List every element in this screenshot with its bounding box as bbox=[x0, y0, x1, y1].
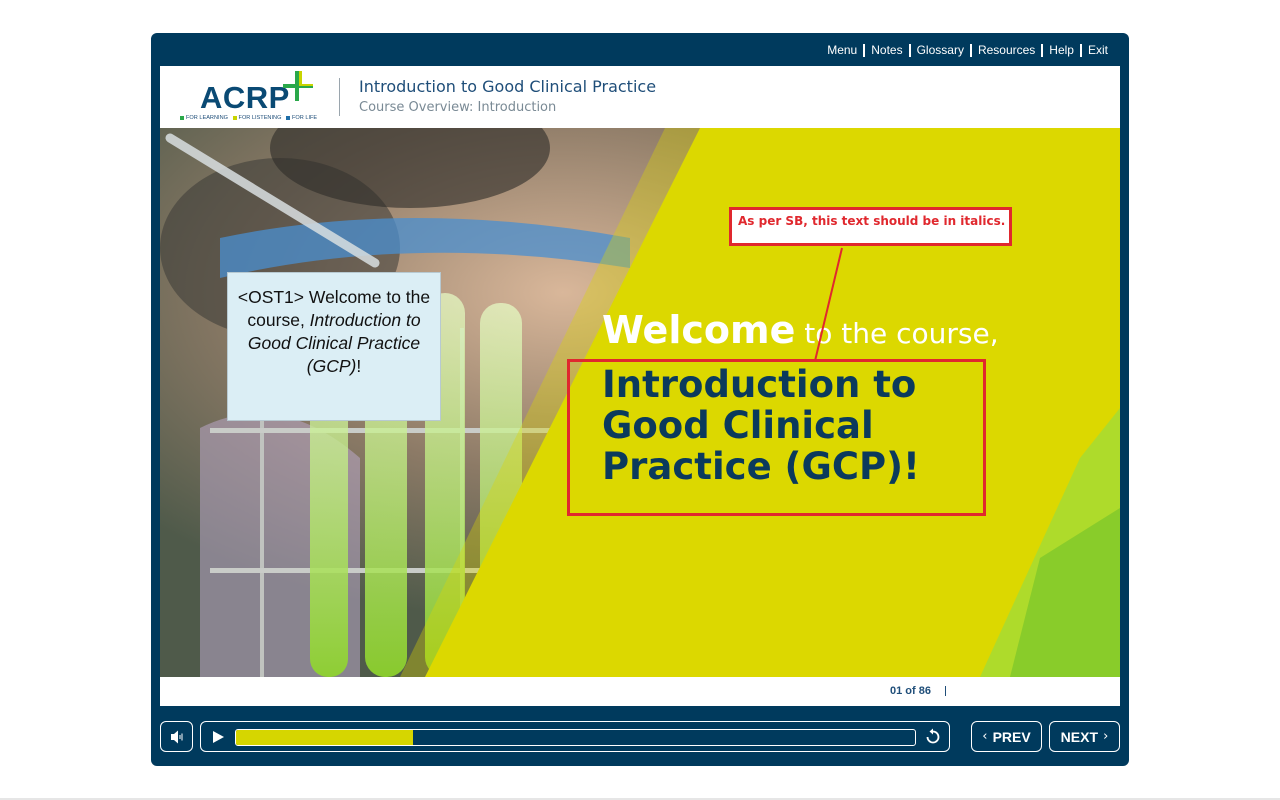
nav-glossary[interactable]: Glossary bbox=[911, 43, 970, 57]
welcome-rest: to the course, bbox=[795, 317, 999, 350]
nav-menu[interactable]: Menu bbox=[821, 43, 863, 57]
review-highlight-box bbox=[567, 359, 986, 516]
acrp-logo: ACRP FOR LEARNING FOR LISTENING FOR LIFE bbox=[175, 68, 325, 126]
tagline-square bbox=[232, 115, 237, 120]
nav-notes[interactable]: Notes bbox=[865, 43, 908, 57]
ost-text-suffix: ! bbox=[356, 356, 362, 376]
ost-text-box: <OST1> Welcome to the course, Introducti… bbox=[227, 272, 441, 421]
tagline-life: FOR LIFE bbox=[291, 115, 318, 121]
nav-resources[interactable]: Resources bbox=[972, 43, 1041, 57]
chevron-right-icon: › bbox=[1103, 729, 1109, 744]
logo-tagline: FOR LEARNING FOR LISTENING FOR LIFE bbox=[177, 115, 317, 121]
chevron-left-icon: ‹ bbox=[982, 729, 988, 744]
slide-stage: <OST1> Welcome to the course, Introducti… bbox=[160, 128, 1120, 677]
tagline-listening: FOR LISTENING bbox=[238, 115, 282, 121]
tagline-square bbox=[180, 115, 184, 120]
tagline-learning: FOR LEARNING bbox=[186, 115, 228, 121]
playback-bar bbox=[200, 721, 950, 752]
course-player: Menu Notes Glossary Resources Help Exit … bbox=[151, 33, 1129, 766]
course-header: ACRP FOR LEARNING FOR LISTENING FOR LIFE… bbox=[160, 66, 1120, 128]
play-icon[interactable] bbox=[211, 730, 225, 744]
page-counter-separator bbox=[945, 686, 946, 696]
next-button[interactable]: NEXT › bbox=[1049, 721, 1120, 752]
next-label: NEXT bbox=[1060, 728, 1099, 745]
logo-cross-icon bbox=[283, 71, 313, 101]
slide-footer: 01 of 86 bbox=[160, 677, 1120, 706]
welcome-word: Welcome bbox=[602, 308, 796, 352]
course-subtitle: Course Overview: Introduction bbox=[359, 100, 557, 115]
prev-label: PREV bbox=[992, 728, 1031, 745]
nav-help[interactable]: Help bbox=[1043, 43, 1080, 57]
replay-icon[interactable] bbox=[924, 728, 942, 746]
header-divider bbox=[339, 78, 340, 116]
prev-button[interactable]: ‹ PREV bbox=[971, 721, 1042, 752]
audio-button[interactable] bbox=[160, 721, 193, 752]
audio-icon bbox=[170, 730, 182, 743]
welcome-heading: Welcome to the course, bbox=[602, 308, 999, 352]
logo-wordmark: ACRP bbox=[200, 80, 290, 115]
page-counter: 01 of 86 bbox=[890, 685, 931, 697]
tagline-square bbox=[285, 115, 290, 120]
nav-exit[interactable]: Exit bbox=[1082, 43, 1114, 57]
progress-fill bbox=[236, 730, 413, 745]
top-navigation: Menu Notes Glossary Resources Help Exit bbox=[821, 42, 1114, 58]
progress-track[interactable] bbox=[235, 729, 916, 746]
review-comment: As per SB, this text should be in italic… bbox=[729, 207, 1012, 246]
course-title: Introduction to Good Clinical Practice bbox=[359, 77, 657, 96]
